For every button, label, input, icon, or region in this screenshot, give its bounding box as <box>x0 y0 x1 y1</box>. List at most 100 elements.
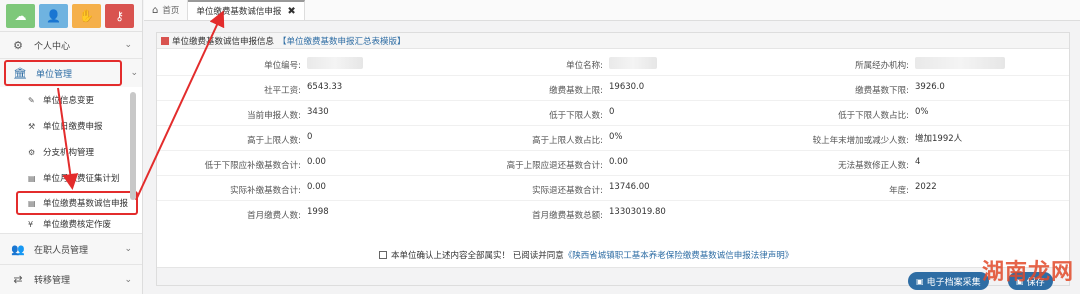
sidebar-sub-label: 单位日缴费申报 <box>43 122 103 132</box>
archive-button-label: 电子档案采集 <box>926 277 981 288</box>
sidebar-item-label: 个人中心 <box>34 41 71 52</box>
agency-value-redacted <box>915 57 1005 69</box>
declared-count-label: 当前申报人数: <box>247 111 301 121</box>
doc-icon: ▤ <box>28 173 36 183</box>
below-lower-count-value: 0 <box>609 107 615 117</box>
hammer-icon: ⚒ <box>28 121 36 131</box>
sidebar-sub-daily-payment[interactable]: ⚒ 单位日缴费申报 <box>0 113 142 139</box>
panel-title: 单位缴费基数诚信申报信息 【单位缴费基数申报汇总表模版】 <box>157 33 1069 49</box>
transfer-icon: ⇄ <box>13 273 23 286</box>
form-row: 实际补缴基数合计: 0.00 实际退还基数合计: 13746.00 年度: 20… <box>157 176 1069 201</box>
year-label: 年度: <box>889 186 909 196</box>
avg-wage-value: 6543.33 <box>307 82 343 92</box>
save-disk-icon: ▣ <box>916 276 924 286</box>
sidebar-sub-label: 单位缴费核定作废 <box>43 220 112 230</box>
tab-home-label: 首页 <box>162 6 180 16</box>
declared-count-value: 3430 <box>307 107 329 117</box>
lower-limit-value: 3926.0 <box>915 82 945 92</box>
actual-supplement-label: 实际补缴基数合计: <box>230 186 301 196</box>
watermark-logo: 湖南龙网 <box>981 259 1074 285</box>
first-month-count-label: 首月缴费人数: <box>247 211 301 221</box>
sidebar-sub-label: 单位月缴费征集计划 <box>43 174 120 184</box>
tab-base-declaration[interactable]: 单位缴费基数诚信申报 ✖ <box>188 0 305 20</box>
form-row: 单位编号: 单位名称: 所属经办机构: <box>157 51 1069 76</box>
key-icon[interactable]: ⚷ <box>105 4 134 28</box>
bank-icon: 🏛 <box>13 66 27 80</box>
users-icon: 👥 <box>11 242 25 256</box>
app-root: ☁ 👤 ✋ ⚷ ⚙ 个人中心 ⌄ 🏛 单位管理 ⌄ ✎ 单位信息变更 ⚒ 单位日… <box>0 0 1080 294</box>
sidebar-item-label: 在职人员管理 <box>34 245 89 256</box>
actual-supplement-value: 0.00 <box>307 182 326 192</box>
user-icon[interactable]: 👤 <box>39 4 68 28</box>
sidebar-sub-label: 单位缴费基数诚信申报 <box>43 199 129 209</box>
first-month-total-value: 13303019.80 <box>609 207 666 217</box>
unit-code-label: 单位编号: <box>264 61 301 71</box>
sidebar-sub-payment-void[interactable]: ¥ 单位缴费核定作废 <box>0 215 142 233</box>
sidebar-item-label: 单位管理 <box>36 69 73 80</box>
sidebar-sub-unit-info-change[interactable]: ✎ 单位信息变更 <box>0 87 142 113</box>
agency-label: 所属经办机构: <box>855 61 909 71</box>
form-row: 低于下限应补缴基数合计: 0.00 高于上限应退还基数合计: 0.00 无法基数… <box>157 151 1069 176</box>
handshake-icon[interactable]: ✋ <box>72 4 101 28</box>
lower-supplement-label: 低于下限应补缴基数合计: <box>204 161 301 171</box>
uncorrectable-value: 4 <box>915 157 921 167</box>
edit-icon: ✎ <box>28 95 35 105</box>
form-row: 高于上限人数: 0 高于上限人数占比: 0% 较上年末增加或减少人数: 增加19… <box>157 126 1069 151</box>
panel-title-icon <box>161 36 169 45</box>
doc-icon: ▤ <box>28 198 36 208</box>
avg-wage-label: 社平工资: <box>264 86 301 96</box>
sidebar-sub-label: 分支机构管理 <box>43 148 95 158</box>
tab-bar: ⌂ 首页 单位缴费基数诚信申报 ✖ <box>144 0 1080 21</box>
below-lower-ratio-value: 0% <box>915 107 929 117</box>
sidebar-sub-monthly-plan[interactable]: ▤ 单位月缴费征集计划 <box>0 165 142 191</box>
tab-home[interactable]: ⌂ 首页 <box>144 0 189 20</box>
sidebar-item-staff-management[interactable]: 👥 在职人员管理 ⌄ <box>0 233 142 265</box>
yoy-change-label: 较上年末增加或减少人数: <box>812 136 909 146</box>
above-upper-ratio-value: 0% <box>609 132 623 142</box>
close-icon[interactable]: ✖ <box>287 6 295 17</box>
lower-supplement-value: 0.00 <box>307 157 326 167</box>
shortcut-bar: ☁ 👤 ✋ ⚷ <box>0 0 142 32</box>
form-row: 当前申报人数: 3430 低于下限人数: 0 低于下限人数占比: 0% <box>157 101 1069 126</box>
sidebar-sub-base-declaration[interactable]: ▤ 单位缴费基数诚信申报 <box>16 191 138 215</box>
actual-refund-value: 13746.00 <box>609 182 650 192</box>
home-icon: ⌂ <box>152 4 159 16</box>
sidebar-item-label: 转移管理 <box>34 276 71 286</box>
confirm-checkbox[interactable] <box>379 251 387 259</box>
year-value: 2022 <box>915 182 937 192</box>
archive-collect-button[interactable]: ▣ 电子档案采集 <box>908 272 989 290</box>
above-upper-count-label: 高于上限人数: <box>247 136 301 146</box>
below-lower-count-label: 低于下限人数: <box>549 111 603 121</box>
above-upper-ratio-label: 高于上限人数占比: <box>532 136 603 146</box>
unit-management-submenu: ✎ 单位信息变更 ⚒ 单位日缴费申报 ⚙ 分支机构管理 ▤ 单位月缴费征集计划 … <box>0 87 142 233</box>
first-month-count-value: 1998 <box>307 207 329 217</box>
unit-name-value-redacted <box>609 57 657 69</box>
first-month-total-label: 首月缴费基数总额: <box>532 211 603 221</box>
unit-code-value-redacted <box>307 57 363 69</box>
gear-icon: ⚙ <box>13 38 23 52</box>
sidebar-sub-label: 单位信息变更 <box>43 96 95 106</box>
upper-refund-value: 0.00 <box>609 157 628 167</box>
sidebar-item-transfer-management[interactable]: ⇄ 转移管理 ⌄ <box>0 265 142 294</box>
yen-icon: ¥ <box>28 219 34 229</box>
main-area: ⌂ 首页 单位缴费基数诚信申报 ✖ 单位缴费基数诚信申报信息 【单位缴费基数申报… <box>144 0 1080 294</box>
chevron-down-icon: ⌄ <box>130 68 138 78</box>
sidebar-sub-branch-management[interactable]: ⚙ 分支机构管理 <box>0 139 142 165</box>
unit-name-label: 单位名称: <box>566 61 603 71</box>
confirm-statement: 本单位确认上述内容全部属实！ 已阅读并同意 《陕西省城镇职工基本养老保险缴费基数… <box>379 249 793 261</box>
form-row: 社平工资: 6543.33 缴费基数上限: 19630.0 缴费基数下限: 39… <box>157 76 1069 101</box>
sidebar-item-unit-management[interactable]: 🏛 单位管理 ⌄ <box>4 60 138 86</box>
upper-limit-label: 缴费基数上限: <box>549 86 603 96</box>
cogs-icon: ⚙ <box>28 147 36 157</box>
template-download-link[interactable]: 【单位缴费基数申报汇总表模版】 <box>278 35 406 47</box>
cloud-upload-icon[interactable]: ☁ <box>6 4 35 28</box>
declaration-panel: 单位缴费基数诚信申报信息 【单位缴费基数申报汇总表模版】 单位编号: 单位名称:… <box>156 32 1070 286</box>
legal-statement-link[interactable]: 《陕西省城镇职工基本养老保险缴费基数诚信申报法律声明》 <box>564 249 794 261</box>
below-lower-ratio-label: 低于下限人数占比: <box>838 111 909 121</box>
sidebar-item-personal-center[interactable]: ⚙ 个人中心 ⌄ <box>0 32 142 59</box>
sidebar: ☁ 👤 ✋ ⚷ ⚙ 个人中心 ⌄ 🏛 单位管理 ⌄ ✎ 单位信息变更 ⚒ 单位日… <box>0 0 143 294</box>
sidebar-scrollbar[interactable] <box>130 92 136 200</box>
confirm-text: 本单位确认上述内容全部属实！ 已阅读并同意 <box>391 251 564 261</box>
actual-refund-label: 实际退还基数合计: <box>532 186 603 196</box>
upper-limit-value: 19630.0 <box>609 82 645 92</box>
